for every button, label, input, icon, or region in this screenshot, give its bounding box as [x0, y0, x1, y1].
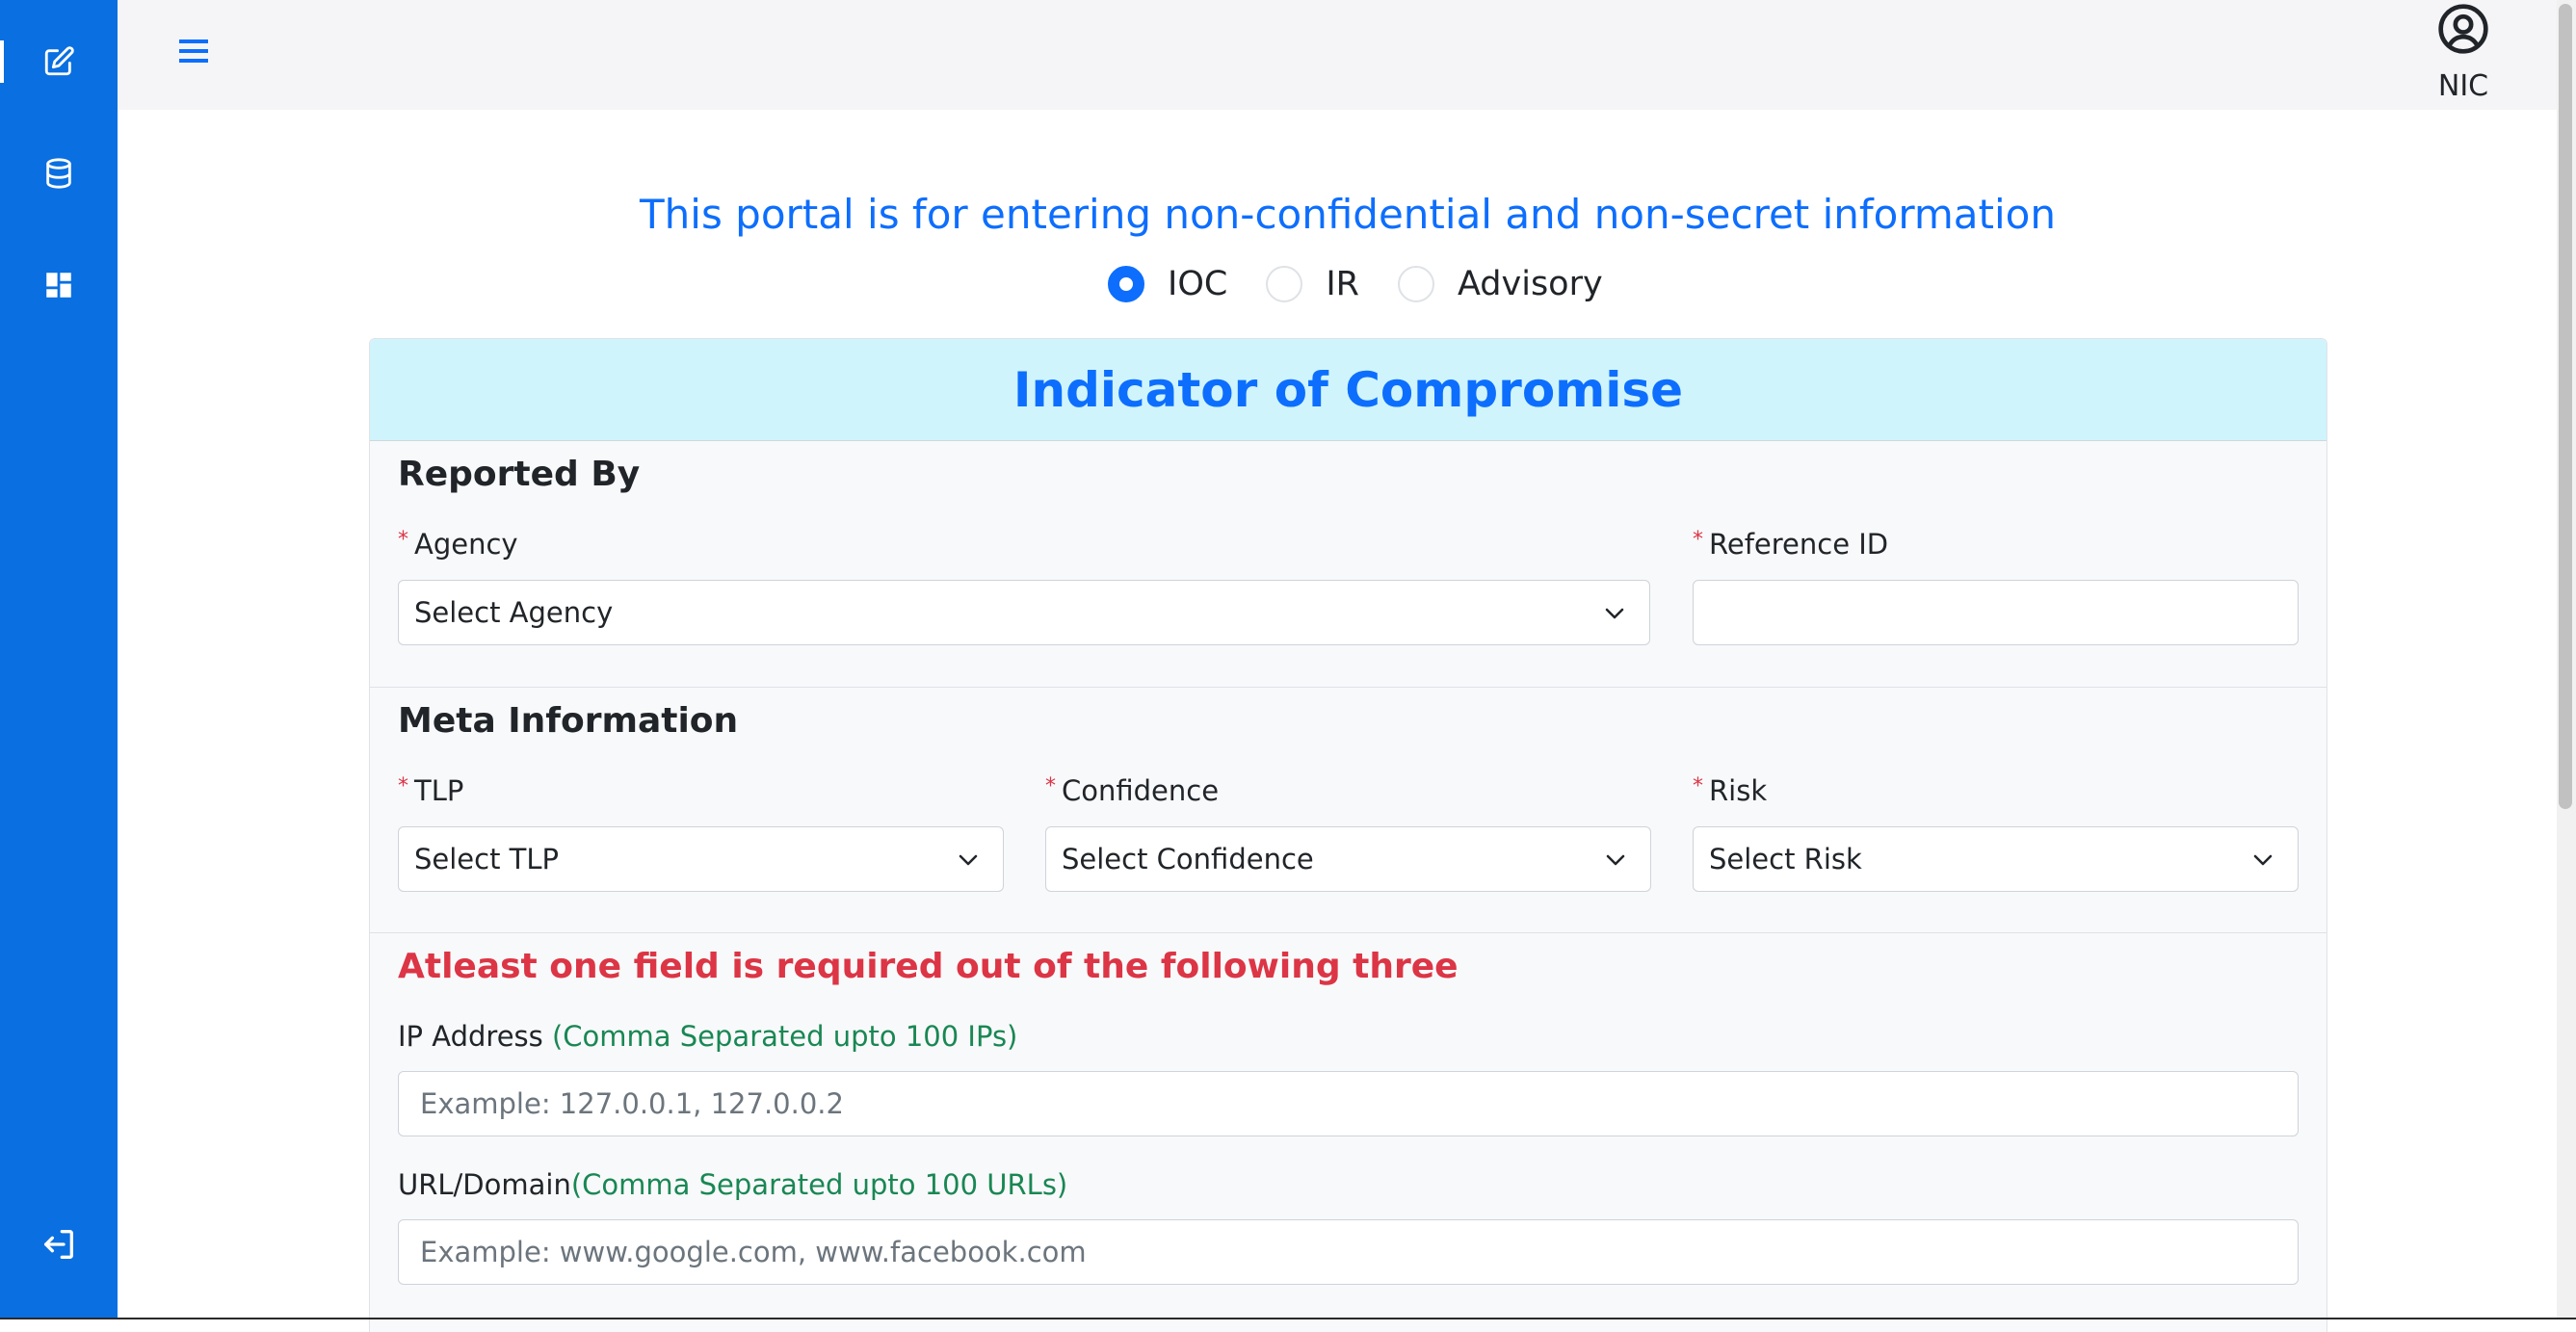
edit-icon [44, 46, 74, 76]
radio-option-ir[interactable]: IR [1266, 265, 1379, 303]
required-asterisk: * [1693, 528, 1703, 552]
user-avatar-icon [2438, 4, 2488, 54]
sidebar-item-edit[interactable] [0, 23, 118, 100]
ip-address-input[interactable]: Example: 127.0.0.1, 127.0.0.2 [398, 1071, 2299, 1136]
meta-information-section: Meta Information * TLP Select TLP * Confid… [370, 687, 2326, 932]
chevron-down-icon [2253, 854, 2273, 866]
dashboard-icon [46, 273, 71, 298]
hamburger-icon [179, 39, 208, 63]
required-asterisk: * [1693, 774, 1703, 798]
menu-toggle-button[interactable] [173, 32, 218, 70]
required-asterisk: * [398, 528, 408, 552]
reference-id-input[interactable] [1693, 580, 2299, 645]
risk-label: * Risk [1693, 774, 1768, 807]
top-header: NIC [118, 0, 2557, 110]
radio-label-ioc: IOC [1168, 265, 1228, 303]
confidence-select[interactable]: Select Confidence [1045, 826, 1651, 892]
indicators-section: Atleast one field is required out of the… [370, 932, 2326, 1332]
radio-label-ir: IR [1326, 265, 1359, 303]
sidebar-item-database[interactable] [0, 135, 118, 212]
confidence-label: * Confidence [1045, 774, 1220, 807]
required-warning: Atleast one field is required out of the… [398, 947, 1459, 986]
confidence-select-value: Select Confidence [1062, 843, 1314, 875]
radio-button-ioc[interactable] [1108, 266, 1144, 302]
reported-by-section: Reported By * Agency Select Agency * Refer… [370, 441, 2326, 687]
tlp-label: * TLP [398, 774, 464, 807]
required-asterisk: * [1045, 774, 1056, 798]
logout-icon [44, 1230, 74, 1259]
radio-option-advisory[interactable]: Advisory [1397, 265, 1603, 303]
user-menu[interactable]: NIC [2410, 0, 2516, 110]
url-domain-label: URL/Domain(Comma Separated upto 100 URLs… [398, 1168, 1068, 1201]
ioc-form-card: Indicator of Compromise Reported By * Age… [369, 338, 2327, 1332]
chevron-down-icon [1606, 854, 1625, 866]
tlp-select-value: Select TLP [414, 843, 560, 875]
agency-select-value: Select Agency [414, 596, 614, 629]
chevron-down-icon [959, 854, 978, 866]
risk-select[interactable]: Select Risk [1693, 826, 2299, 892]
sidebar-item-dashboard[interactable] [0, 247, 118, 324]
radio-label-advisory: Advisory [1457, 265, 1603, 303]
url-domain-placeholder: Example: www.google.com, www.facebook.co… [420, 1236, 1087, 1268]
ip-address-placeholder: Example: 127.0.0.1, 127.0.0.2 [420, 1087, 844, 1120]
radio-option-ioc[interactable]: IOC [1108, 265, 1247, 303]
tlp-select[interactable]: Select TLP [398, 826, 1004, 892]
section-title-reported-by: Reported By [398, 455, 641, 494]
card-title: Indicator of Compromise [1012, 361, 1684, 418]
logout-button[interactable] [37, 1225, 81, 1264]
card-header: Indicator of Compromise [370, 339, 2326, 441]
radio-button-ir[interactable] [1266, 266, 1303, 302]
required-asterisk: * [398, 774, 408, 798]
database-icon [46, 158, 71, 189]
entry-type-radio-group: IOC IR Advisory [1108, 262, 1622, 306]
sidebar [0, 0, 118, 1319]
portal-notice: This portal is for entering non-confiden… [640, 191, 2056, 238]
ip-address-hint: (Comma Separated upto 100 IPs) [551, 1020, 1018, 1053]
agency-label: * Agency [398, 528, 518, 561]
scrollbar-thumb[interactable] [2559, 4, 2572, 809]
ip-address-label: IP Address (Comma Separated upto 100 IPs… [398, 1020, 1018, 1053]
user-name: NIC [2437, 69, 2489, 103]
url-domain-hint: (Comma Separated upto 100 URLs) [570, 1168, 1068, 1201]
url-domain-input[interactable]: Example: www.google.com, www.facebook.co… [398, 1219, 2299, 1285]
agency-select[interactable]: Select Agency [398, 580, 1650, 645]
radio-button-advisory[interactable] [1397, 266, 1434, 302]
window-bottom-edge [0, 1318, 2576, 1319]
reference-id-label: * Reference ID [1693, 528, 1889, 561]
section-title-meta: Meta Information [398, 701, 739, 741]
chevron-down-icon [1605, 608, 1624, 619]
risk-select-value: Select Risk [1709, 843, 1862, 875]
app-root: NIC This portal is for entering non-conf… [0, 0, 2576, 1332]
